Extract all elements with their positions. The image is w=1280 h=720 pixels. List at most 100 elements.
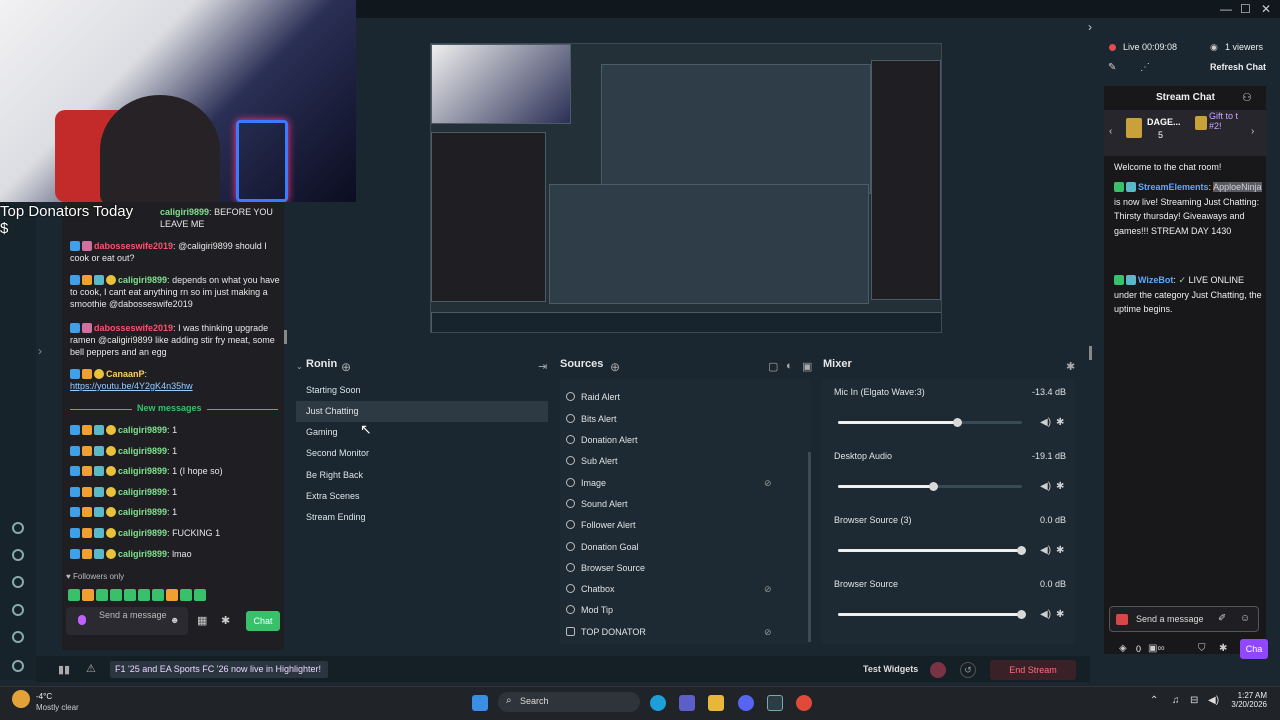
prev-arrow-icon[interactable]: ‹: [1109, 126, 1112, 137]
sources-title[interactable]: Sources: [560, 358, 603, 376]
tools-icon[interactable]: [12, 604, 24, 616]
next-arrow-icon[interactable]: ›: [1251, 126, 1254, 137]
source-image[interactable]: Image ⊘: [566, 473, 806, 494]
share-icon[interactable]: ⋰: [1140, 62, 1150, 73]
scene-stream-ending[interactable]: Stream Ending: [296, 507, 548, 528]
hidden-eye-icon[interactable]: ⊘: [764, 622, 772, 643]
source-mod-tip[interactable]: Mod Tip: [566, 600, 806, 621]
speaker-icon[interactable]: ◀): [1040, 545, 1051, 556]
mixer-settings-icon[interactable]: ✱: [1066, 360, 1075, 373]
hidden-eye-icon[interactable]: ⊘: [764, 473, 772, 494]
add-source-icon[interactable]: ⊕: [610, 360, 620, 374]
scene-second-monitor[interactable]: Second Monitor: [296, 443, 548, 464]
speaker-icon[interactable]: ◀): [1040, 417, 1051, 428]
discord-icon[interactable]: [738, 695, 754, 711]
network-icon[interactable]: ⊟: [1190, 695, 1198, 706]
left-chat-button[interactable]: Chat: [246, 611, 280, 631]
scene-transition-icon[interactable]: ⇥: [538, 360, 547, 373]
badge-icon[interactable]: ▣∞: [1148, 643, 1165, 654]
source-properties-icon[interactable]: ▣: [802, 360, 812, 373]
tray-chevron-icon[interactable]: ⌃: [1150, 695, 1158, 706]
settings-icon[interactable]: [12, 631, 24, 643]
hidden-eye-icon[interactable]: ⊘: [764, 579, 772, 600]
record-icon[interactable]: [930, 662, 946, 678]
themes-icon[interactable]: [12, 522, 24, 534]
pencil-icon[interactable]: ✎: [1108, 62, 1116, 73]
scene-gaming[interactable]: Gaming: [296, 422, 548, 443]
source-bits-alert[interactable]: Bits Alert: [566, 409, 806, 430]
maximize-icon[interactable]: ☐: [1240, 2, 1251, 16]
shield-icon[interactable]: ⛉: [1198, 643, 1206, 654]
left-chat-input[interactable]: Send a message ☻: [66, 607, 188, 635]
alert-icon[interactable]: ⚠: [86, 662, 96, 675]
gear-icon[interactable]: ✱: [1219, 643, 1227, 654]
emoji-icon[interactable]: ☻: [170, 615, 179, 625]
sources-scrollbar[interactable]: [808, 452, 811, 642]
source-donation-alert[interactable]: Donation Alert: [566, 430, 806, 451]
minimize-icon[interactable]: —: [1220, 2, 1232, 16]
scene-starting-soon[interactable]: Starting Soon: [296, 380, 548, 401]
points-icon[interactable]: ◈: [1119, 643, 1127, 654]
stats-icon[interactable]: ▮▮: [58, 663, 70, 676]
highlighter-icon[interactable]: [12, 576, 24, 588]
gear-icon[interactable]: ✱: [1056, 481, 1064, 492]
youtube-link[interactable]: https://youtu.be/4Y2gK4n35hw: [70, 381, 193, 391]
weather-temp[interactable]: -4°C: [36, 692, 52, 701]
scenes-title[interactable]: Ronin: [306, 358, 337, 376]
teams-icon[interactable]: [679, 695, 695, 711]
speaker-icon[interactable]: ◀): [1040, 609, 1051, 620]
refresh-chat-button[interactable]: Refresh Chat: [1210, 62, 1266, 72]
source-top-donator[interactable]: TOP DONATOR ⊘: [566, 622, 806, 643]
mic-icon[interactable]: ♫: [1172, 695, 1180, 706]
speaker-icon[interactable]: ◀): [1040, 481, 1051, 492]
taskbar-search[interactable]: ⌕ Search: [498, 692, 640, 712]
emoji-icon[interactable]: ☺: [1240, 613, 1250, 624]
source-donation-goal[interactable]: Donation Goal: [566, 537, 806, 558]
source-sound-alert[interactable]: Sound Alert: [566, 494, 806, 515]
scene-be-right-back[interactable]: Be Right Back: [296, 465, 548, 486]
close-icon[interactable]: ✕: [1261, 2, 1271, 16]
weather-desc[interactable]: Mostly clear: [36, 703, 79, 712]
profile-icon[interactable]: [12, 660, 24, 672]
resize-handle[interactable]: [1089, 346, 1092, 360]
highlighter-banner[interactable]: F1 '25 and EA Sports FC '26 now live in …: [110, 661, 328, 678]
volume-slider[interactable]: [838, 610, 1026, 619]
clock[interactable]: 1:27 AM 3/20/2026: [1225, 691, 1267, 709]
scene-just-chatting[interactable]: Just Chatting: [296, 401, 548, 422]
source-group-icon[interactable]: ◐: [786, 360, 793, 372]
volume-slider[interactable]: [838, 418, 1022, 427]
chat-button[interactable]: Cha: [1240, 639, 1268, 659]
edge-icon[interactable]: [650, 695, 666, 711]
gift-icon[interactable]: ▦: [197, 614, 207, 627]
windows-start-icon[interactable]: [472, 695, 488, 711]
resize-handle-left[interactable]: [284, 330, 287, 344]
gear-icon[interactable]: ✱: [1056, 609, 1064, 620]
source-chatbox[interactable]: Chatbox ⊘: [566, 579, 806, 600]
scene-extra-scenes[interactable]: Extra Scenes: [296, 486, 548, 507]
volume-slider[interactable]: [838, 482, 1022, 491]
collapse-chevron-icon[interactable]: ›: [1088, 20, 1092, 34]
source-sub-alert[interactable]: Sub Alert: [566, 451, 806, 472]
chrome-icon[interactable]: [796, 695, 812, 711]
magic-icon[interactable]: ✐: [1218, 613, 1226, 624]
emote-bar[interactable]: [68, 586, 258, 601]
file-explorer-icon[interactable]: [708, 695, 724, 711]
test-widgets-button[interactable]: Test Widgets: [863, 664, 918, 674]
volume-slider[interactable]: [838, 546, 1026, 555]
gear-icon[interactable]: ✱: [1056, 417, 1064, 428]
replay-buffer-icon[interactable]: ↺: [960, 662, 976, 678]
users-icon[interactable]: ⚇: [1242, 91, 1252, 104]
streamlabs-icon[interactable]: [767, 695, 783, 711]
chat-input[interactable]: Send a message ✐ ☺: [1109, 606, 1259, 632]
gear-icon[interactable]: ✱: [1056, 545, 1064, 556]
plugins-icon[interactable]: [12, 549, 24, 561]
mixer-title[interactable]: Mixer: [823, 358, 852, 376]
add-scene-icon[interactable]: ⊕: [341, 360, 351, 374]
source-raid-alert[interactable]: Raid Alert: [566, 387, 806, 408]
source-folder-icon[interactable]: ▢: [768, 360, 778, 373]
weather-icon[interactable]: [12, 690, 30, 708]
collapse-icon[interactable]: ⌄: [296, 362, 303, 371]
end-stream-button[interactable]: End Stream: [990, 660, 1076, 680]
source-browser-source[interactable]: Browser Source: [566, 558, 806, 579]
source-follower-alert[interactable]: Follower Alert: [566, 515, 806, 536]
